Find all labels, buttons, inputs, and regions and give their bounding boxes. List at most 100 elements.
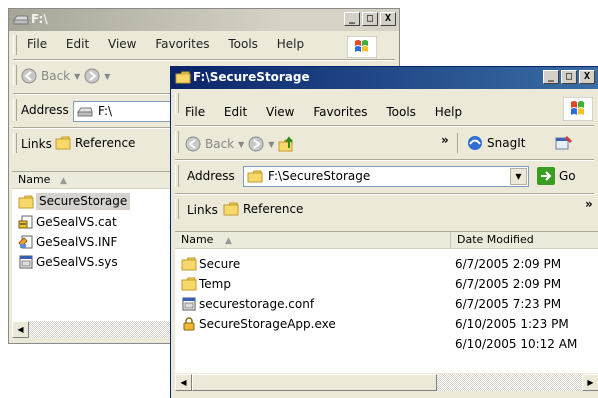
menu-tools[interactable]: Tools — [386, 105, 416, 119]
link-reference[interactable]: Reference — [55, 136, 135, 150]
column-header-date-label: Date Modified — [457, 233, 534, 246]
close-button[interactable]: X — [380, 12, 396, 26]
column-header-date-modified[interactable]: Date Modified — [451, 232, 598, 249]
folder-icon — [181, 277, 197, 291]
file-name: Temp — [199, 277, 231, 291]
chevron-down-icon: ▼ — [268, 139, 275, 149]
folder-icon — [223, 202, 239, 216]
back-label: Back — [41, 69, 71, 83]
file-date: 6/7/2005 2:09 PM — [455, 277, 562, 291]
maximize-button[interactable]: □ — [561, 70, 577, 84]
list-item[interactable]: SecureStorageApp.exe 6/10/2005 1:23 PM — [175, 314, 598, 334]
forward-arrow-icon — [84, 68, 100, 84]
drive-icon — [77, 107, 93, 117]
menu-favorites[interactable]: Favorites — [313, 105, 367, 119]
back-arrow-icon — [185, 136, 201, 152]
address-field[interactable]: F:\SecureStorage ▼ — [243, 166, 529, 187]
minimize-button[interactable]: _ — [543, 70, 559, 84]
list-item[interactable]: Temp 6/7/2005 2:09 PM — [175, 274, 598, 294]
scroll-thumb[interactable] — [192, 374, 437, 391]
toolbar-grip — [175, 199, 179, 219]
back-label: Back — [205, 137, 235, 151]
sort-ascending-icon: ▲ — [224, 236, 232, 246]
toolbar-grip — [13, 65, 17, 85]
horizontal-scrollbar[interactable]: ◀ ▶ — [175, 374, 598, 391]
menu-help[interactable]: Help — [277, 37, 304, 51]
address-dropdown-button[interactable]: ▼ — [510, 168, 527, 185]
link-reference-label: Reference — [243, 202, 304, 216]
file-date: 6/7/2005 7:23 PM — [455, 297, 562, 311]
menu-help[interactable]: Help — [435, 105, 462, 119]
back-arrow-icon — [21, 68, 37, 84]
menu-file[interactable]: File — [27, 37, 47, 51]
menu-edit[interactable]: Edit — [224, 105, 247, 119]
file-name: GeSealVS.cat — [36, 215, 117, 229]
scroll-left-button[interactable]: ◀ — [12, 321, 29, 338]
scroll-track[interactable] — [437, 374, 582, 391]
front-menu-bar: File Edit View Favorites Tools Help — [185, 105, 594, 119]
menu-view[interactable]: View — [266, 105, 294, 119]
close-button[interactable]: X — [579, 70, 595, 84]
maximize-button[interactable]: □ — [362, 12, 378, 26]
file-name: Secure — [199, 257, 241, 271]
folder-icon — [175, 71, 191, 84]
windows-logo-icon — [347, 36, 377, 58]
menu-view[interactable]: View — [108, 37, 136, 51]
link-reference[interactable]: Reference — [223, 202, 303, 216]
links-label: Links — [21, 137, 52, 151]
address-label: Address — [187, 169, 235, 183]
go-button[interactable]: Go — [537, 167, 576, 185]
toolbar-more[interactable]: » — [441, 133, 449, 147]
toolbar-separator — [457, 133, 458, 153]
toolbar-grip — [13, 133, 17, 153]
list-item[interactable]: Secure 6/7/2005 2:09 PM — [175, 254, 598, 274]
scroll-right-button[interactable]: ▶ — [582, 374, 598, 391]
chevron-down-icon: ▼ — [104, 71, 111, 81]
file-name: securestorage.conf — [199, 297, 315, 311]
menu-file[interactable]: File — [185, 105, 205, 119]
up-folder-icon[interactable] — [278, 135, 296, 153]
chevron-down-icon: ▼ — [74, 71, 81, 81]
minimize-button[interactable]: _ — [344, 12, 360, 26]
forward-arrow-icon — [248, 136, 264, 152]
snagit-button[interactable]: SnagIt — [467, 135, 525, 151]
snagit-capture-icon[interactable] — [555, 135, 573, 151]
scroll-left-button[interactable]: ◀ — [175, 374, 192, 391]
system-file-icon — [19, 255, 33, 269]
file-name: SecureStorageApp.exe — [199, 317, 336, 331]
front-file-list[interactable]: Name ▲ Date Modified Secure 6/7/2005 2:0… — [175, 231, 598, 373]
snagit-icon — [468, 136, 482, 150]
toolbar-grip — [175, 93, 179, 113]
folder-icon — [55, 136, 71, 150]
column-header-name-label: Name — [18, 173, 51, 186]
folder-icon — [247, 170, 263, 183]
lock-app-icon — [183, 317, 195, 331]
back-button[interactable]: Back ▼ ▼ — [185, 134, 296, 154]
address-label: Address — [21, 103, 69, 117]
front-explorer-window[interactable]: F:\SecureStorage _ □ X File Edit View Fa… — [170, 66, 598, 398]
front-window-title: F:\SecureStorage — [193, 70, 310, 84]
list-item[interactable]: securestorage.conf 6/7/2005 7:23 PM — [175, 294, 598, 314]
file-name: GeSealVS.sys — [36, 255, 118, 269]
column-header-name[interactable]: Name ▲ — [175, 232, 451, 249]
back-window-title: F:\ — [31, 12, 48, 26]
folder-icon — [18, 195, 34, 209]
menu-favorites[interactable]: Favorites — [155, 37, 209, 51]
link-reference-label: Reference — [75, 136, 136, 150]
toolbar-grip — [13, 35, 17, 55]
chevron-down-icon: ▼ — [238, 139, 245, 149]
go-arrow-icon — [537, 167, 555, 185]
list-item[interactable]: 6/10/2005 10:12 AM — [175, 334, 598, 354]
file-name: SecureStorage — [36, 193, 131, 210]
toolbar-grip — [13, 99, 17, 121]
back-window-titlebar[interactable]: F:\ _ □ X — [9, 9, 399, 31]
windows-logo-icon — [563, 97, 593, 121]
config-file-icon — [182, 297, 196, 311]
menu-edit[interactable]: Edit — [66, 37, 89, 51]
links-label: Links — [187, 203, 218, 217]
links-more[interactable]: » — [585, 197, 593, 211]
catalog-file-icon — [18, 215, 33, 229]
back-button[interactable]: Back ▼ ▼ — [21, 66, 110, 86]
front-window-titlebar[interactable]: F:\SecureStorage _ □ X — [171, 67, 598, 89]
menu-tools[interactable]: Tools — [228, 37, 258, 51]
